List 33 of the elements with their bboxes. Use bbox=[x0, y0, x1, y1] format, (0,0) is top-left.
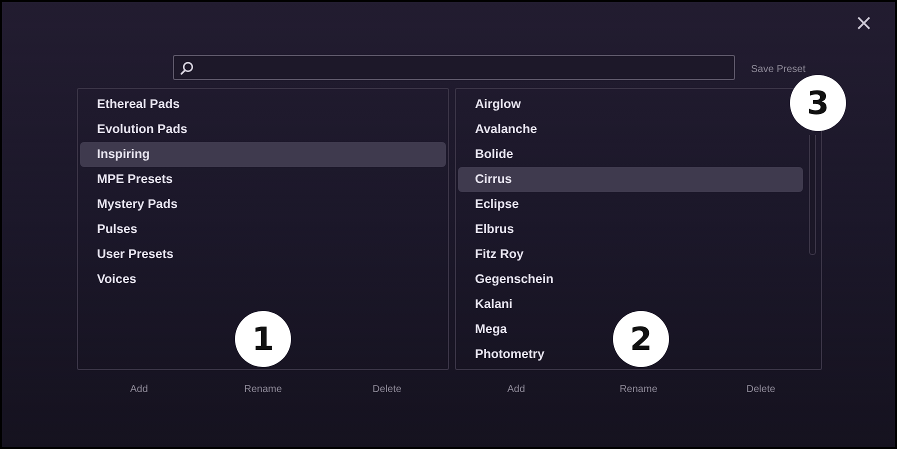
list-item[interactable]: Bolide bbox=[458, 142, 520, 167]
list-item[interactable]: Photometry bbox=[458, 342, 550, 367]
scrollbar[interactable] bbox=[809, 135, 816, 255]
list-item[interactable]: User Presets bbox=[80, 242, 180, 267]
close-button[interactable]: × bbox=[852, 12, 875, 36]
list-item[interactable]: Avalanche bbox=[458, 117, 544, 142]
list-item[interactable]: MPE Presets bbox=[80, 167, 179, 192]
list-item[interactable]: Ethereal Pads bbox=[80, 92, 186, 117]
list-item[interactable]: Airglow bbox=[458, 92, 527, 117]
list-item[interactable]: Eclipse bbox=[458, 192, 525, 217]
action-button[interactable]: Add bbox=[503, 382, 530, 397]
search-field[interactable] bbox=[173, 55, 735, 80]
list-item[interactable]: Mega bbox=[458, 317, 513, 342]
list-item[interactable]: Pulses bbox=[80, 217, 144, 242]
action-button[interactable]: Rename bbox=[616, 382, 662, 397]
action-button[interactable]: Add bbox=[126, 382, 152, 397]
save-preset-button[interactable]: Save Preset bbox=[751, 64, 806, 74]
list-item[interactable]: Kalani bbox=[458, 292, 519, 317]
list-item[interactable]: Fitz Roy bbox=[458, 242, 530, 267]
list-item[interactable]: Mystery Pads bbox=[80, 192, 184, 217]
list-item[interactable]: Evolution Pads bbox=[80, 117, 194, 142]
list-item[interactable]: Inspiring bbox=[80, 142, 446, 167]
callout-badge: 2 bbox=[613, 311, 669, 367]
action-button[interactable]: Rename bbox=[240, 382, 286, 397]
list-item[interactable]: Elbrus bbox=[458, 217, 520, 242]
list-item[interactable]: Cirrus bbox=[458, 167, 803, 192]
search-icon bbox=[180, 60, 194, 74]
callout-badge: 1 bbox=[235, 311, 291, 367]
list-item[interactable]: Voices bbox=[80, 267, 142, 292]
list-item[interactable]: Gegenschein bbox=[458, 267, 560, 292]
action-button[interactable]: Delete bbox=[368, 382, 406, 397]
callout-badge: 3 bbox=[790, 74, 846, 130]
action-button[interactable]: Delete bbox=[742, 382, 780, 397]
